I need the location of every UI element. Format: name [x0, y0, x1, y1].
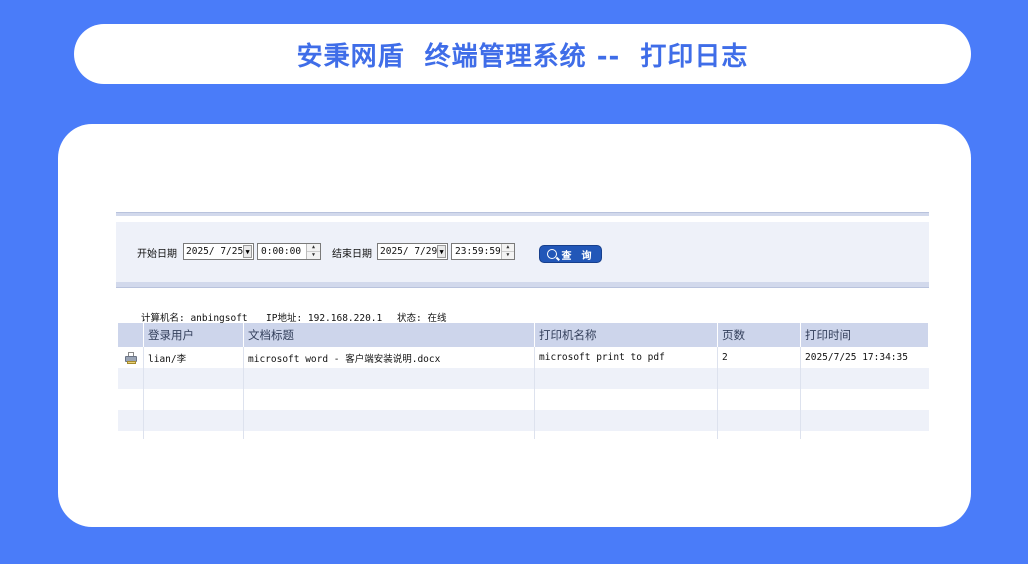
table-row[interactable]: lian/李 microsoft word - 客户端安装说明.docx mic…	[118, 347, 929, 368]
table-header: 登录用户 文档标题 打印机名称 页数 打印时间	[118, 323, 929, 347]
end-date-picker[interactable]: 2025/ 7/29 ▼	[377, 243, 448, 260]
start-date-value: 2025/ 7/25	[186, 246, 244, 257]
toolbar-divider	[116, 212, 929, 216]
spin-down-icon[interactable]: ▼	[501, 251, 514, 259]
start-date-dropdown-icon[interactable]: ▼	[243, 245, 252, 258]
query-button[interactable]: 查 询	[539, 245, 602, 263]
empty-table-row	[118, 368, 929, 389]
row-icon-cell	[118, 347, 144, 368]
start-date-label: 开始日期	[137, 249, 177, 260]
column-header-printer[interactable]: 打印机名称	[535, 323, 718, 347]
end-time-spinner[interactable]: ▲ ▼	[500, 244, 514, 259]
column-header-title[interactable]: 文档标题	[244, 323, 535, 347]
printer-icon	[124, 351, 138, 364]
ip-address: IP地址: 192.168.220.1	[266, 313, 383, 324]
column-header-pages[interactable]: 页数	[718, 323, 801, 347]
spin-down-icon[interactable]: ▼	[307, 251, 320, 259]
print-log-window: 开始日期 2025/ 7/25 ▼ 0:00:00 ▲ ▼ 结束日期 2025/ …	[116, 212, 929, 439]
spin-up-icon[interactable]: ▲	[307, 244, 320, 251]
computer-name: 计算机名: anbingsoft	[141, 313, 248, 324]
query-button-label: 查 询	[561, 250, 594, 262]
start-time-spinner[interactable]: ▲ ▼	[306, 244, 320, 259]
cell-user: lian/李	[144, 347, 244, 368]
empty-table-row	[118, 410, 929, 431]
spin-up-icon[interactable]: ▲	[501, 244, 514, 251]
end-time-value: 23:59:59	[455, 246, 501, 257]
start-date-picker[interactable]: 2025/ 7/25 ▼	[183, 243, 254, 260]
end-date-value: 2025/ 7/29	[380, 246, 438, 257]
end-time-field[interactable]: 23:59:59 ▲ ▼	[451, 243, 515, 260]
column-header-time[interactable]: 打印时间	[801, 323, 929, 347]
cell-title: microsoft word - 客户端安装说明.docx	[244, 347, 535, 368]
empty-table-row	[118, 389, 929, 410]
online-status: 状态: 在线	[397, 313, 447, 324]
print-log-table: 登录用户 文档标题 打印机名称 页数 打印时间 lian/李 microsoft…	[118, 323, 929, 439]
page-title: 安秉网盾 终端管理系统 -- 打印日志	[296, 41, 749, 72]
title-banner: 安秉网盾 终端管理系统 -- 打印日志	[74, 24, 971, 84]
column-header-user[interactable]: 登录用户	[144, 323, 244, 347]
empty-table-row	[118, 431, 929, 439]
cell-printer: microsoft print to pdf	[535, 347, 718, 368]
cell-pages: 2	[718, 347, 801, 368]
filter-bar-divider	[116, 282, 929, 288]
start-time-value: 0:00:00	[261, 246, 302, 257]
cell-time: 2025/7/25 17:34:35	[805, 352, 908, 363]
end-date-dropdown-icon[interactable]: ▼	[437, 245, 446, 258]
header-icon-column	[118, 323, 144, 347]
end-date-label: 结束日期	[332, 249, 372, 260]
search-icon	[547, 249, 558, 259]
content-card: 开始日期 2025/ 7/25 ▼ 0:00:00 ▲ ▼ 结束日期 2025/ …	[58, 124, 971, 527]
start-time-field[interactable]: 0:00:00 ▲ ▼	[257, 243, 321, 260]
